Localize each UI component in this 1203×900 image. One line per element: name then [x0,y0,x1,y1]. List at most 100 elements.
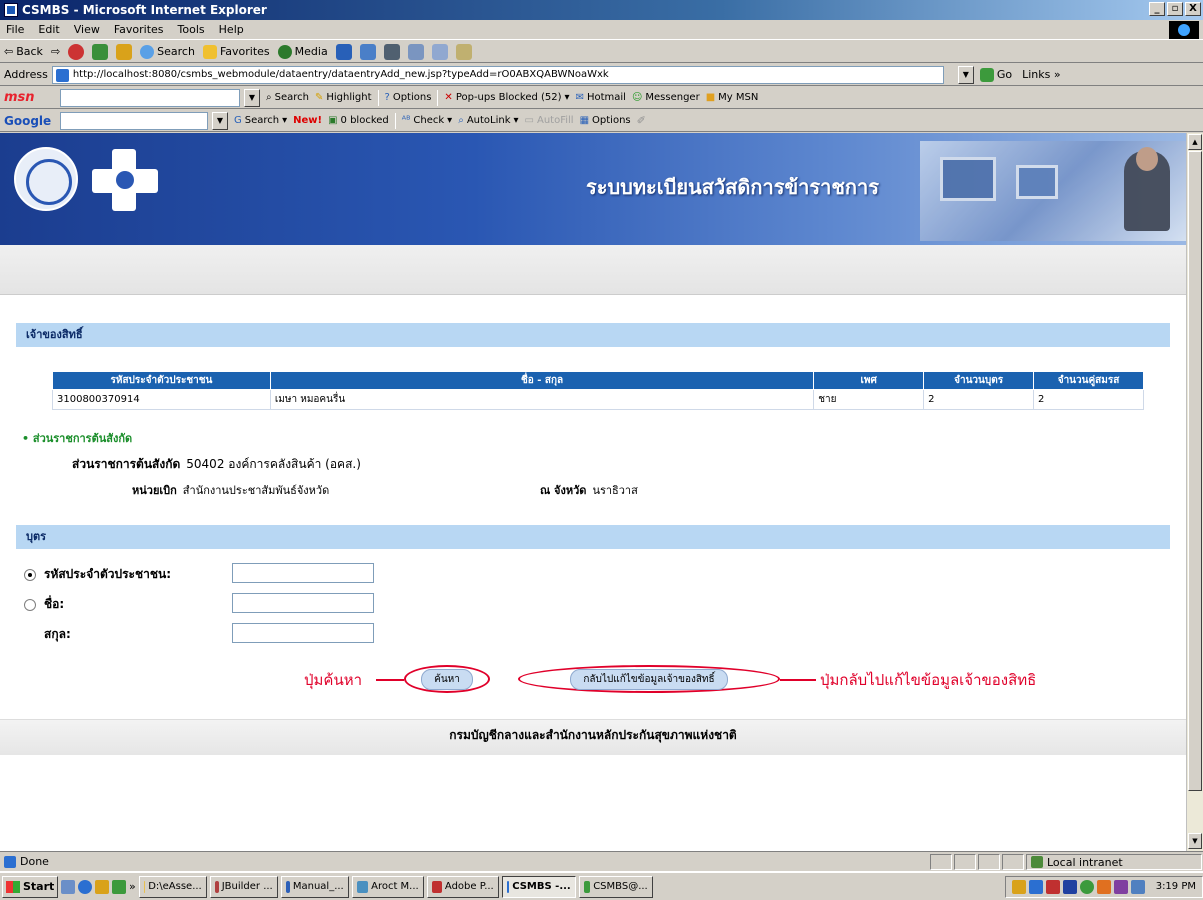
health-cross-logo-icon [92,149,158,211]
google-search-input[interactable] [60,111,208,130]
page-footer: กรมบัญชีกลางและสำนักงานหลักประกันสุขภาพแ… [0,719,1186,755]
my-msn-button[interactable]: ■ My MSN [706,92,759,103]
search-button[interactable]: Search [140,44,195,59]
forward-button[interactable]: ⇨ [51,45,60,58]
scroll-up-icon[interactable]: ▲ [1188,134,1202,150]
google-logo[interactable]: Google [4,114,54,128]
radio-search-by-id[interactable] [24,568,36,581]
msn-search-button[interactable]: ⌕ Search [266,92,309,103]
task-csmbs-db[interactable]: CSMBS@... [578,875,653,898]
window-title-bar[interactable]: CSMBS - Microsoft Internet Explorer _ ▫ … [0,0,1203,20]
popup-blocker-icon: ▣ [328,115,338,126]
stop-icon[interactable] [68,43,85,60]
windows-flag-icon [6,880,20,893]
menu-help[interactable]: Help [219,23,244,36]
menu-edit[interactable]: Edit [38,23,59,36]
radio-search-by-name[interactable] [24,598,36,611]
quicklaunch-icon[interactable] [95,879,109,894]
id-label: รหัสประจำตัวประชาชน: [44,567,172,581]
start-button[interactable]: Start [2,875,58,898]
task-adobe[interactable]: Adobe P... [426,875,499,898]
media-button[interactable]: Media [277,44,328,59]
task-manual[interactable]: Manual_... [280,875,349,898]
go-button[interactable]: Go [979,67,1012,82]
google-options-button[interactable]: ▦ Options [580,115,631,126]
task-jbuilder[interactable]: JBuilder ... [209,875,278,898]
google-search-button[interactable]: G Search ▾ [234,115,287,126]
back-button[interactable]: ⇦ Back [4,45,43,58]
refresh-icon[interactable] [92,43,109,60]
language-icon[interactable] [1062,879,1077,894]
google-autolink-button[interactable]: ⌕ AutoLink ▾ [458,115,518,126]
popups-blocked-button[interactable]: ✕ Pop-ups Blocked (52) ▾ [444,92,569,103]
clock[interactable]: 3:19 PM [1156,881,1196,892]
links-button[interactable]: Links » [1022,68,1060,81]
favorites-button[interactable]: Favorites [202,44,270,59]
agency-link[interactable]: • ส่วนราชการต้นสังกัด [22,429,132,447]
status-cell [1002,854,1024,870]
annotation-back: ปุ่มกลับไปแก้ไขข้อมูลเจ้าของสิทธิ [820,671,1037,689]
my-msn-icon: ■ [705,92,716,103]
close-button[interactable]: X [1185,2,1201,16]
tray-icon[interactable] [1130,879,1145,894]
vertical-scrollbar[interactable]: ▲ ▼ [1186,133,1203,851]
maximize-button[interactable]: ▫ [1167,2,1183,16]
quicklaunch-icon[interactable] [112,879,126,894]
ie-quicklaunch-icon[interactable] [78,879,92,894]
msn-dropdown-icon[interactable]: ▼ [244,88,260,107]
menu-file[interactable]: File [6,23,24,36]
home-icon[interactable] [116,43,133,60]
edit-icon[interactable] [407,43,424,60]
pencil-icon[interactable]: ✐ [637,114,646,127]
back-owner-button-highlight: กลับไปแก้ไขข้อมูลเจ้าของสิทธิ์ [518,665,780,693]
address-input[interactable]: http://localhost:8080/csmbs_webmodule/da… [51,65,944,84]
cell-gender: ชาย [813,389,925,410]
discuss-icon[interactable] [431,43,448,60]
task-csmbs-ie[interactable]: CSMBS -... [501,875,576,898]
tray-icon[interactable] [1113,879,1128,894]
mail-icon[interactable] [359,43,376,60]
task-acrobat-m[interactable]: Aroct M... [351,875,424,898]
messenger-button[interactable]: ☺ Messenger [632,92,700,103]
highlight-icon: ✎ [314,92,324,103]
back-to-owner-button[interactable]: กลับไปแก้ไขข้อมูลเจ้าของสิทธิ์ [570,668,728,690]
msn-search-input[interactable] [60,88,240,107]
menu-bar: File Edit View Favorites Tools Help [0,20,1203,40]
address-dropdown-icon[interactable]: ▼ [957,65,974,84]
tray-icon[interactable] [1028,879,1043,894]
minimize-button[interactable]: _ [1149,2,1165,16]
scroll-down-icon[interactable]: ▼ [1188,833,1202,849]
google-new-button[interactable]: New! [293,115,322,126]
messenger-icon[interactable] [455,43,472,60]
citizen-id-input[interactable] [232,563,374,583]
google-check-button[interactable]: ᴬᴮ Check ▾ [402,115,452,126]
menu-view[interactable]: View [74,23,100,36]
tray-icon[interactable] [1096,879,1111,894]
menu-favorites[interactable]: Favorites [114,23,164,36]
quicklaunch-more-icon[interactable]: » [129,880,136,893]
google-dropdown-icon[interactable]: ▼ [212,111,228,130]
cross-center [116,171,134,189]
scroll-thumb[interactable] [1188,151,1202,791]
tray-icon[interactable] [1011,879,1026,894]
msn-logo[interactable]: msn [4,90,54,105]
tray-icon[interactable] [1079,879,1094,894]
table-header-row: รหัสประจำตัวประชาชน ชื่อ - สกุล เพศ จำนว… [52,371,1144,390]
col-name: ชื่อ - สกุล [269,371,815,390]
surname-input[interactable] [232,623,374,643]
history-icon[interactable] [335,43,352,60]
menu-tools[interactable]: Tools [178,23,205,36]
id-search-row: รหัสประจำตัวประชาชน: [24,565,171,584]
google-autofill-button[interactable]: ▭ AutoFill [525,115,574,126]
task-explorer[interactable]: D:\eAsse... [138,875,207,898]
hotmail-button[interactable]: ✉ Hotmail [576,92,626,103]
tray-icon[interactable] [1045,879,1060,894]
msn-highlight-button[interactable]: ✎ Highlight [315,92,372,103]
show-desktop-icon[interactable] [61,879,75,894]
msn-options-button[interactable]: ? Options [385,92,432,103]
first-name-input[interactable] [232,593,374,613]
search-button[interactable]: ค้นหา [421,668,473,690]
google-popup-blocked[interactable]: ▣ 0 blocked [328,115,389,126]
cell-name: เมษา หมอคนรื่น [269,389,815,410]
print-icon[interactable] [383,43,400,60]
